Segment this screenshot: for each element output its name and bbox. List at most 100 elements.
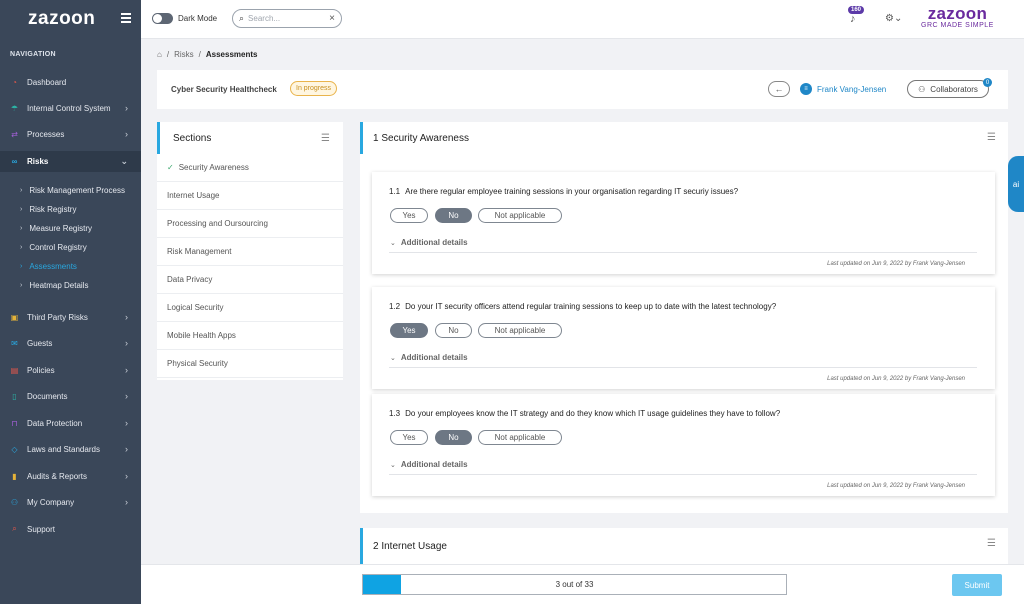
chevron-right-icon: › — [125, 129, 128, 139]
box-icon: ▣ — [10, 312, 19, 322]
sidebar-item-guests[interactable]: ✉ Guests › — [0, 333, 141, 353]
navigation-header: NAVIGATION — [10, 51, 56, 58]
clear-search-icon[interactable]: × — [329, 13, 335, 24]
sidebar-item-audits-reports[interactable]: ▮ Audits & Reports › — [0, 466, 141, 486]
answer-not-applicable-button[interactable]: Not applicable — [478, 323, 562, 338]
dashboard-icon: ◔ — [12, 77, 17, 87]
mail-icon: ✉ — [11, 338, 18, 348]
search-icon: ⌕ — [12, 524, 17, 533]
top-bar: Dark Mode ⌕ × ♪ 160 ⚙⌄ zazoon GRC MADE S… — [141, 0, 1024, 39]
processes-icon: ⇄ — [11, 129, 18, 139]
chevron-right-icon: › — [20, 205, 23, 213]
answer-no-button[interactable]: No — [435, 430, 472, 445]
chevron-down-icon: ⌄ — [390, 462, 396, 469]
chevron-down-icon: ⌄ — [390, 240, 396, 247]
chevron-right-icon: › — [20, 224, 23, 232]
section-item-mobile-health-apps[interactable]: Mobile Health Apps — [157, 322, 343, 350]
section-title: 1 Security Awareness — [360, 122, 1008, 154]
menu-icon[interactable]: ☰ — [987, 538, 996, 549]
sidebar-item-policies[interactable]: ▤ Policies › — [0, 360, 141, 380]
search-box[interactable]: ⌕ × — [232, 9, 342, 28]
assessment-title: Cyber Security Healthcheck — [171, 85, 277, 94]
section-item-internet-usage[interactable]: Internet Usage — [157, 182, 343, 210]
chevron-right-icon: › — [125, 497, 128, 507]
sidebar-item-documents[interactable]: ▯ Documents › — [0, 386, 141, 406]
additional-details-toggle[interactable]: ⌄ Additional details — [390, 353, 468, 362]
bar-chart-icon: ▮ — [12, 471, 17, 481]
chevron-right-icon: › — [125, 312, 128, 322]
sidebar-item-third-party-risks[interactable]: ▣ Third Party Risks › — [0, 307, 141, 327]
sidebar-item-my-company[interactable]: ⚇ My Company › — [0, 492, 141, 512]
bell-icon[interactable]: ♪ — [850, 13, 856, 25]
hamburger-menu-icon[interactable] — [121, 13, 131, 23]
submit-button[interactable]: Submit — [952, 574, 1002, 596]
back-button[interactable]: ← — [768, 81, 790, 97]
additional-details-toggle[interactable]: ⌄ Additional details — [390, 238, 468, 247]
sidebar-item-support[interactable]: ⌕ Support — [0, 519, 141, 539]
breadcrumb-risks[interactable]: Risks — [174, 50, 194, 59]
home-icon[interactable]: ⌂ — [157, 50, 162, 59]
section-item-logical-security[interactable]: Logical Security — [157, 294, 343, 322]
divider — [389, 252, 977, 253]
answer-not-applicable-button[interactable]: Not applicable — [478, 430, 562, 445]
question-text: 1.3 Do your employees know the IT strateg… — [389, 409, 781, 418]
owner-link[interactable]: ≡ Frank Vang-Jensen — [800, 83, 886, 95]
sidebar-item-data-protection[interactable]: ⊓ Data Protection › — [0, 413, 141, 433]
section-item-security-awareness[interactable]: ✓ Security Awareness — [157, 154, 343, 182]
dark-mode-toggle[interactable] — [152, 13, 173, 24]
notification-badge: 160 — [848, 6, 865, 14]
collaborators-count-badge: 0 — [983, 78, 992, 87]
chevron-right-icon: › — [125, 365, 128, 375]
sidebar-subitem-risk-management-process[interactable]: › Risk Management Process — [20, 183, 125, 197]
chevron-right-icon: › — [125, 103, 128, 113]
collaborators-button[interactable]: ⚇ Collaborators — [907, 80, 989, 98]
breadcrumb-assessments: Assessments — [205, 50, 258, 59]
chevron-right-icon: › — [20, 281, 23, 289]
avatar: ≡ — [800, 83, 812, 95]
section-item-risk-management[interactable]: Risk Management — [157, 238, 343, 266]
question-text: 1.1 Are there regular employee training s… — [389, 187, 739, 196]
answer-yes-button[interactable]: Yes — [390, 208, 428, 223]
answer-no-button[interactable]: No — [435, 208, 472, 223]
brand-tagline: GRC MADE SIMPLE — [921, 22, 994, 29]
search-input[interactable] — [248, 14, 319, 23]
breadcrumb: ⌂ / Risks / Assessments — [157, 50, 258, 59]
answer-yes-button[interactable]: Yes — [390, 430, 428, 445]
document-icon: ▤ — [10, 365, 19, 375]
arrow-left-icon: ← — [774, 84, 784, 94]
chevron-right-icon: › — [125, 444, 128, 454]
question-card: 1.3 Do your employees know the IT strateg… — [372, 394, 995, 496]
sidebar-item-internal-control-system[interactable]: ☂ Internal Control System › — [0, 98, 141, 118]
divider — [389, 367, 977, 368]
divider — [389, 474, 977, 475]
question-text: 1.2 Do your IT security officers attend r… — [389, 302, 777, 311]
sidebar-subitem-measure-registry[interactable]: › Measure Registry — [20, 221, 92, 235]
chevron-down-icon: ⌄ — [390, 355, 396, 362]
answer-yes-button[interactable]: Yes — [390, 323, 428, 338]
sidebar-subitem-risk-registry[interactable]: › Risk Registry — [20, 202, 76, 216]
answer-no-button[interactable]: No — [435, 323, 472, 338]
menu-icon[interactable]: ☰ — [321, 133, 330, 144]
additional-details-toggle[interactable]: ⌄ Additional details — [390, 460, 468, 469]
users-icon: ⚇ — [10, 497, 19, 507]
menu-icon[interactable]: ☰ — [987, 132, 996, 143]
sidebar-item-processes[interactable]: ⇄ Processes › — [0, 124, 141, 144]
section-item-processing-outsourcing[interactable]: Processing and Oursourcing — [157, 210, 343, 238]
shield-icon: ◇ — [11, 444, 18, 454]
section-item-physical-security[interactable]: Physical Security — [157, 350, 343, 378]
sidebar-item-laws-and-standards[interactable]: ◇ Laws and Standards › — [0, 439, 141, 459]
sidebar: zazoon NAVIGATION ◔ Dashboard ☂ Internal C… — [0, 0, 141, 604]
sidebar-subitem-heatmap-details[interactable]: › Heatmap Details — [20, 278, 88, 292]
answer-not-applicable-button[interactable]: Not applicable — [478, 208, 562, 223]
sidebar-logo[interactable]: zazoon — [28, 8, 95, 30]
sidebar-subitem-assessments[interactable]: › Assessments — [20, 259, 77, 273]
ai-assistant-tab[interactable]: ai — [1008, 156, 1024, 212]
brand-logo: zazoon GRC MADE SIMPLE — [921, 5, 994, 29]
section-item-data-privacy[interactable]: Data Privacy — [157, 266, 343, 294]
status-badge: In progress — [290, 81, 338, 96]
sidebar-subitem-control-registry[interactable]: › Control Registry — [20, 240, 87, 254]
settings-gear-icon[interactable]: ⚙⌄ — [885, 13, 902, 24]
assessment-header: Cyber Security Healthcheck In progress ←… — [157, 70, 1008, 109]
sidebar-item-dashboard[interactable]: ◔ Dashboard — [0, 72, 141, 92]
sidebar-item-risks[interactable]: ∞ Risks ⌄ — [0, 151, 141, 172]
